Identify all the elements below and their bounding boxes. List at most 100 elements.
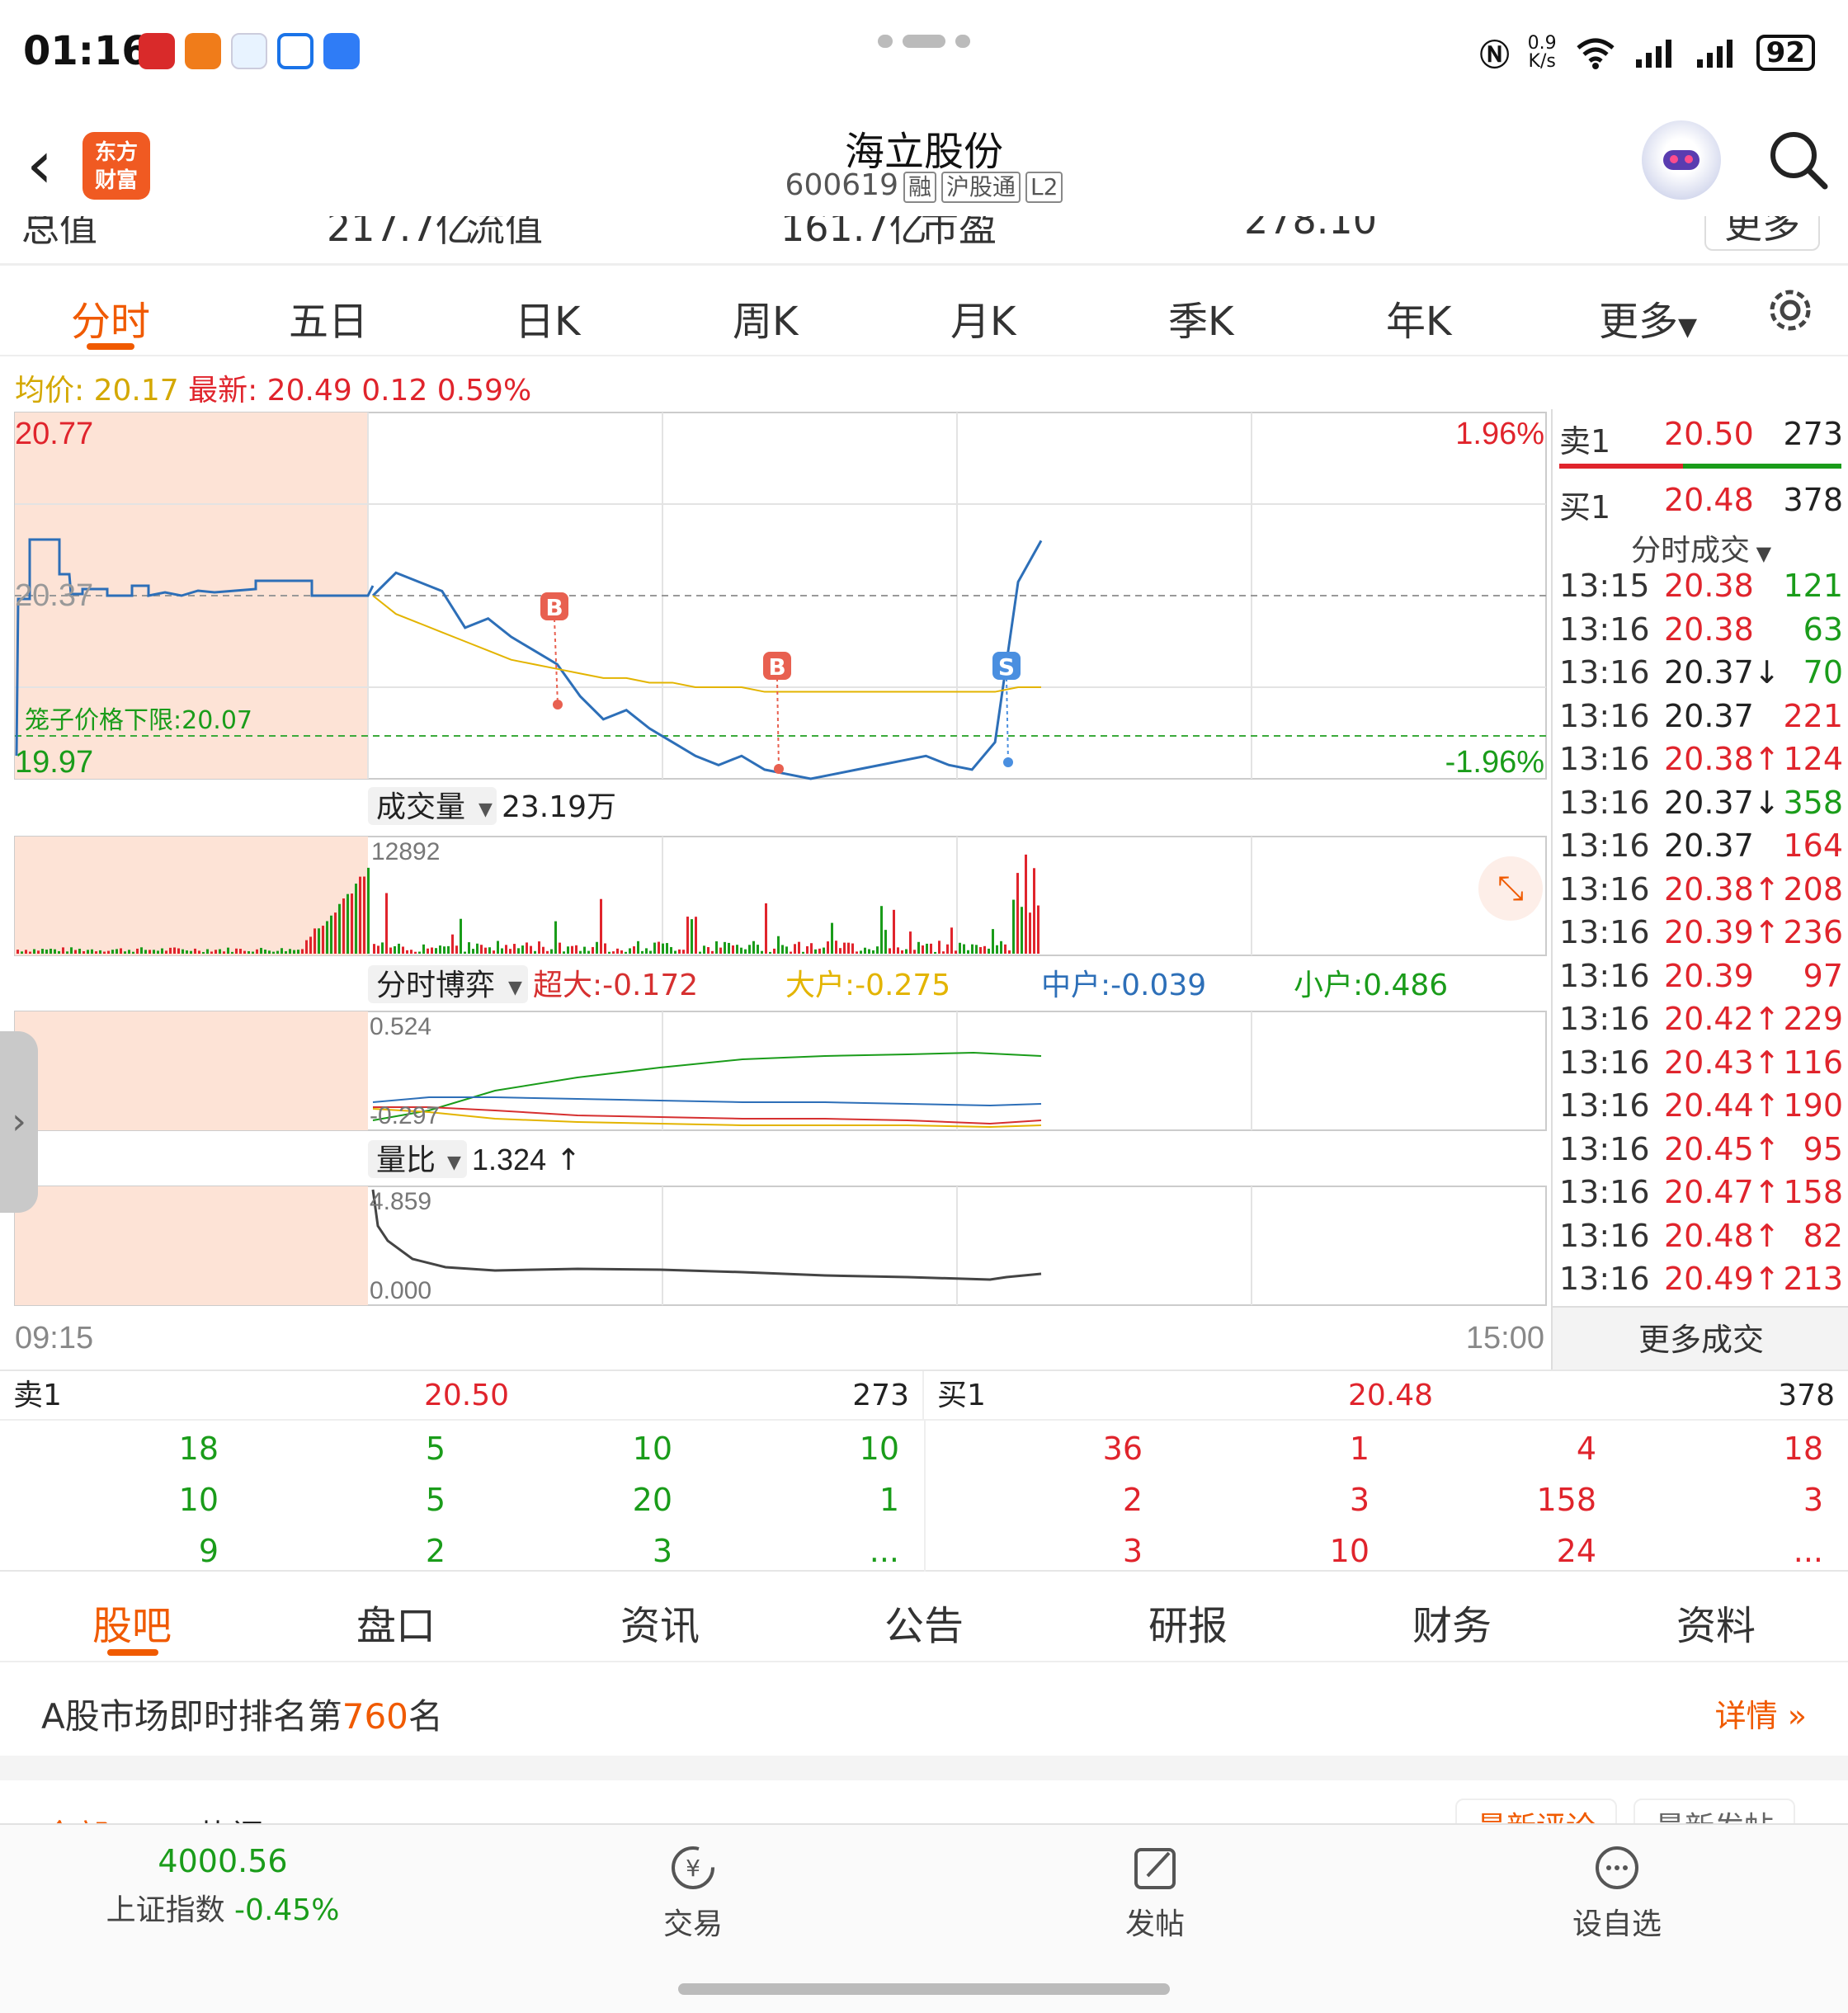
side-drawer-handle[interactable]: › <box>0 1031 38 1213</box>
volume-bar <box>427 948 429 954</box>
tab-research[interactable]: 研报 <box>1148 1593 1228 1651</box>
volume-bar <box>975 945 978 954</box>
sell-queue-cell: 1 <box>879 1482 899 1518</box>
more-trades-button[interactable]: 更多成交 <box>1553 1306 1848 1370</box>
intraday-chart[interactable]: B B S 20.77 20.37 19.97 笼子价格下限:20.07 1.96%… <box>0 409 1551 1370</box>
volume-bar <box>363 876 365 954</box>
volume-bar <box>872 950 874 954</box>
home-indicator[interactable] <box>678 1983 1170 1995</box>
ratio-top-label: 4.859 <box>370 1188 431 1215</box>
volume-bar <box>297 950 299 954</box>
change-pct: 0.59% <box>436 374 532 408</box>
pct-top-label: 1.96% <box>1455 417 1544 451</box>
trades-title-row[interactable]: 分时成交 ▼ <box>1553 526 1848 569</box>
ask-bid-ratio-bar <box>1559 464 1683 469</box>
volume-bar <box>1025 854 1027 954</box>
marker-dot <box>774 764 784 774</box>
game-bottom-label: -0.297 <box>370 1102 440 1129</box>
post-button[interactable]: 发帖 <box>1072 1843 1238 1943</box>
volume-bar <box>946 944 949 954</box>
tab-notices[interactable]: 公告 <box>884 1593 964 1651</box>
status-right: Ⓝ 0.9 K/s 92 <box>1480 31 1815 74</box>
volume-bar <box>148 950 151 954</box>
stock-code: 600619 <box>785 168 898 202</box>
trade-row: 13:16 20.43↑ 116 <box>1559 1044 1843 1086</box>
volume-bar <box>781 945 784 954</box>
summary-label: 总值 <box>21 216 97 250</box>
tab-finance[interactable]: 财务 <box>1412 1593 1492 1651</box>
volume-bar <box>124 951 126 954</box>
volume-bar <box>649 950 652 954</box>
more-button[interactable]: 更多 <box>1704 216 1820 251</box>
volume-bar <box>161 948 163 954</box>
sell-queue-cell: 2 <box>425 1533 446 1569</box>
volume-bar <box>963 944 965 954</box>
volume-bar <box>818 948 821 954</box>
volume-bar <box>917 941 920 954</box>
tag-margin: 融 <box>903 172 936 203</box>
search-icon[interactable] <box>1766 127 1832 193</box>
volume-bar <box>398 943 400 954</box>
index-change: -0.45% <box>234 1893 340 1927</box>
index-widget[interactable]: 4000.56 上证指数 -0.45% <box>82 1843 363 1929</box>
volume-bar <box>276 950 279 954</box>
tab-underline <box>87 343 134 350</box>
volume-bar <box>87 950 89 954</box>
trade-row: 13:16 20.44↑ 190 <box>1559 1087 1843 1129</box>
tab-week-k[interactable]: 周K <box>733 289 798 346</box>
ratio-bottom-label: 0.000 <box>370 1277 431 1304</box>
volume-bar <box>346 893 349 954</box>
volume-bar <box>682 950 685 954</box>
volume-bar <box>120 948 122 954</box>
volume-bar <box>144 950 147 954</box>
summary-value: 278.10 <box>1244 216 1377 243</box>
tab-news[interactable]: 资讯 <box>620 1593 700 1651</box>
volume-bar <box>25 950 27 954</box>
volume-bar <box>334 912 337 954</box>
signal-icon <box>1696 40 1732 68</box>
volume-bar <box>950 927 953 954</box>
settings-gear-icon[interactable] <box>1766 285 1815 335</box>
sort-latest-post[interactable]: 最新发帖 <box>1634 1798 1796 1823</box>
tab-year-k[interactable]: 年K <box>1386 289 1451 346</box>
tab-more[interactable]: 更多▼ <box>1599 289 1697 346</box>
volume-bar <box>435 948 437 954</box>
trade-price: 20.37↓ <box>1664 784 1780 821</box>
trade-button[interactable]: ¥ 交易 <box>610 1843 776 1943</box>
volume-bar <box>91 949 93 954</box>
tab-handicap[interactable]: 盘口 <box>356 1593 436 1651</box>
trade-row: 13:16 20.45↑ 95 <box>1559 1131 1843 1172</box>
tab-day-k[interactable]: 日K <box>515 289 580 346</box>
trade-time: 13:16 <box>1559 1001 1650 1037</box>
volume-bar <box>802 951 804 954</box>
filter-hot[interactable]: 热门 <box>198 1810 264 1823</box>
sell-label: 卖1 <box>13 1379 62 1412</box>
tab-forum[interactable]: 股吧 <box>92 1593 172 1651</box>
expand-icon[interactable]: ⤡ <box>1478 856 1543 921</box>
volume-bar <box>66 951 68 954</box>
edit-post-icon <box>1134 1848 1176 1889</box>
caret-down-icon: ▼ <box>478 799 493 820</box>
volume-bar <box>526 942 528 954</box>
rank-detail-link[interactable]: 详情 » <box>1715 1690 1807 1736</box>
market-rank-row[interactable]: A股市场即时排名第760名 详情 » <box>0 1664 1848 1755</box>
volume-bar <box>707 946 710 954</box>
tab-profile[interactable]: 资料 <box>1676 1593 1756 1651</box>
tab-5day[interactable]: 五日 <box>289 289 368 346</box>
volume-bar <box>856 951 858 954</box>
filter-all[interactable]: 全部 <box>43 1810 109 1823</box>
robot-assistant-icon[interactable] <box>1642 120 1721 200</box>
tab-intraday[interactable]: 分时 <box>71 289 150 346</box>
time-end-label: 15:00 <box>1466 1321 1544 1355</box>
trade-row: 13:16 20.42↑ 229 <box>1559 1001 1843 1042</box>
add-watchlist-button[interactable]: 设自选 <box>1534 1843 1700 1943</box>
tab-quarter-k[interactable]: 季K <box>1168 289 1233 346</box>
sort-latest-comment[interactable]: 最新评论 <box>1455 1798 1618 1823</box>
volume-bar <box>983 945 986 954</box>
tab-month-k[interactable]: 月K <box>950 289 1016 346</box>
trade-row: 13:16 20.49↑ 213 <box>1559 1261 1843 1302</box>
trade-price: 20.47↑ <box>1664 1174 1780 1210</box>
volume-bar <box>54 949 56 954</box>
yuan-exchange-icon: ¥ <box>672 1846 714 1889</box>
volume-bar <box>513 944 516 954</box>
